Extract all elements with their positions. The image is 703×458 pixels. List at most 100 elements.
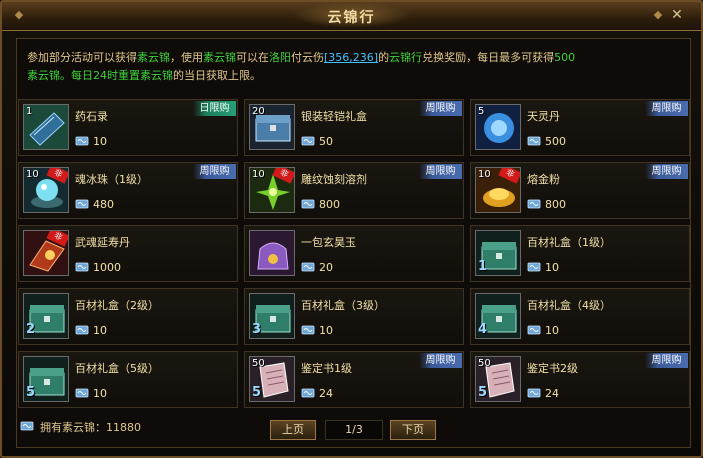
purchase-limit-tag: 周限购 [645, 353, 688, 368]
item-price: 24 [545, 387, 559, 400]
item-price: 10 [93, 324, 107, 337]
green-solvent-icon[interactable]: 10 非 [249, 167, 295, 213]
gold-powder-icon[interactable]: 10 非 [475, 167, 521, 213]
shop-item[interactable]: 50 5 鉴定书1级 24 周限购 [244, 351, 464, 408]
item-level: 2 [26, 322, 36, 337]
daily-cap: 500 [554, 51, 576, 64]
purchase-limit-tag: 周限购 [419, 353, 462, 368]
item-name: 一包玄昊玉 [301, 236, 356, 249]
item-name: 百材礼盒（1级） [527, 236, 611, 249]
green-chest-icon[interactable]: 3 [249, 293, 295, 339]
scroll-book-icon[interactable]: 1 [23, 104, 69, 150]
green-chest-icon[interactable]: 1 [475, 230, 521, 276]
item-price: 10 [545, 261, 559, 274]
item-name: 武魂延寿丹 [75, 236, 130, 249]
shop-item[interactable]: 50 5 鉴定书2级 24 周限购 [470, 351, 690, 408]
shop-item[interactable]: 1 药石录 10 日限购 [18, 99, 238, 156]
cloud-brocade-icon [527, 199, 541, 209]
shop-item[interactable]: 非武魂延寿丹 1000 [18, 225, 238, 282]
cloud-brocade-icon [75, 136, 89, 146]
shop-item[interactable]: 10 非熔金粉 800 周限购 [470, 162, 690, 219]
silver-chest-icon[interactable]: 20 [249, 104, 295, 150]
corner-ornament-icon: ◆ [653, 8, 663, 21]
item-price: 480 [93, 198, 114, 211]
item-quantity: 10 [26, 169, 39, 180]
location-name: 洛阳 [269, 51, 291, 64]
desc-text: 的 [378, 51, 390, 64]
purchase-limit-tag: 周限购 [419, 164, 462, 179]
item-price: 500 [545, 135, 566, 148]
shop-description: 参加部分活动可以获得素云锦，使用素云锦可以在洛阳付云伤[356,236]的云锦行… [27, 49, 682, 85]
green-chest-icon[interactable]: 5 [23, 356, 69, 402]
item-name: 百材礼盒（4级） [527, 299, 611, 312]
green-chest-icon[interactable]: 2 [23, 293, 69, 339]
cloud-brocade-icon [75, 388, 89, 398]
cloud-brocade-icon [527, 388, 541, 398]
item-name: 药石录 [75, 110, 108, 123]
prev-page-button[interactable]: 上页 [270, 420, 316, 440]
close-icon[interactable]: ✕ [669, 7, 685, 23]
green-chest-icon[interactable]: 4 [475, 293, 521, 339]
cloud-brocade-icon [527, 262, 541, 272]
purchase-limit-tag: 周限购 [645, 164, 688, 179]
shop-item[interactable]: 3 百材礼盒（3级） 10 [244, 288, 464, 345]
item-price: 20 [319, 261, 333, 274]
item-name: 天灵丹 [527, 110, 560, 123]
item-name: 雕纹蚀刻溶剂 [301, 173, 367, 186]
item-price: 24 [319, 387, 333, 400]
item-level: 5 [26, 385, 36, 400]
purchase-limit-tag: 周限购 [419, 101, 462, 116]
item-name: 魂冰珠（1级） [75, 173, 148, 186]
item-quantity: 50 [252, 358, 265, 369]
shop-item[interactable]: 5 天灵丹 500 周限购 [470, 99, 690, 156]
owned-label: 拥有素云锦： [40, 421, 106, 434]
shop-item[interactable]: 5 百材礼盒（5级） 10 [18, 351, 238, 408]
item-price: 1000 [93, 261, 121, 274]
shop-item[interactable]: 10 非魂冰珠（1级） 480 周限购 [18, 162, 238, 219]
next-page-button[interactable]: 下页 [390, 420, 436, 440]
cloud-brocade-icon [75, 199, 89, 209]
cloud-brocade-icon [527, 136, 541, 146]
shop-item[interactable]: 4 百材礼盒（4级） 10 [470, 288, 690, 345]
shop-name: 云锦行 [389, 51, 423, 64]
title-bar[interactable]: ◆ 云锦行 ◆ ✕ [2, 2, 701, 31]
desc-text: 的当日获取上限。 [173, 69, 261, 82]
item-level: 5 [478, 385, 488, 400]
cloud-brocade-icon [75, 262, 89, 272]
owned-value: 11880 [106, 421, 141, 434]
shop-item[interactable]: 一包玄昊玉 20 [244, 225, 464, 282]
cloud-brocade-icon [20, 421, 34, 431]
appraisal-scroll-icon[interactable]: 50 5 [475, 356, 521, 402]
item-quantity: 10 [252, 169, 265, 180]
item-name: 鉴定书1级 [301, 362, 352, 375]
item-quantity: 20 [252, 106, 265, 117]
owned-currency: 拥有素云锦：11880 [20, 419, 141, 435]
currency-name: 素云锦 [203, 51, 236, 64]
window-title: 云锦行 [327, 10, 376, 26]
yunjin-shop-window: ◆ 云锦行 ◆ ✕ 参加部分活动可以获得素云锦，使用素云锦可以在洛阳付云伤[35… [0, 0, 703, 458]
desc-text: 可以在 [236, 51, 269, 64]
page-indicator: 1/3 [325, 420, 383, 440]
ice-pearl-icon[interactable]: 10 非 [23, 167, 69, 213]
shop-item[interactable]: 1 百材礼盒（1级） 10 [470, 225, 690, 282]
item-quantity: 10 [478, 169, 491, 180]
item-quantity: 50 [478, 358, 491, 369]
shop-item[interactable]: 2 百材礼盒（2级） 10 [18, 288, 238, 345]
reset-time: 。每日24时重置 [60, 69, 140, 82]
appraisal-scroll-icon[interactable]: 50 5 [249, 356, 295, 402]
blue-orb-icon[interactable]: 5 [475, 104, 521, 150]
shop-item[interactable]: 10 非雕纹蚀刻溶剂 800 周限购 [244, 162, 464, 219]
red-book-icon[interactable]: 非 [23, 230, 69, 276]
shop-item[interactable]: 20 银装轻铠礼盒 50 周限购 [244, 99, 464, 156]
coordinate-link[interactable]: [356,236] [324, 51, 378, 64]
item-level: 5 [252, 385, 262, 400]
desc-text: 参加部分活动可以获得 [27, 51, 137, 64]
cloud-brocade-icon [301, 136, 315, 146]
item-quantity: 5 [478, 106, 485, 117]
item-name: 百材礼盒（3级） [301, 299, 385, 312]
item-name: 熔金粉 [527, 173, 560, 186]
desc-text: ，使用 [170, 51, 203, 64]
item-price: 800 [545, 198, 566, 211]
item-price: 10 [545, 324, 559, 337]
jade-bag-icon[interactable] [249, 230, 295, 276]
